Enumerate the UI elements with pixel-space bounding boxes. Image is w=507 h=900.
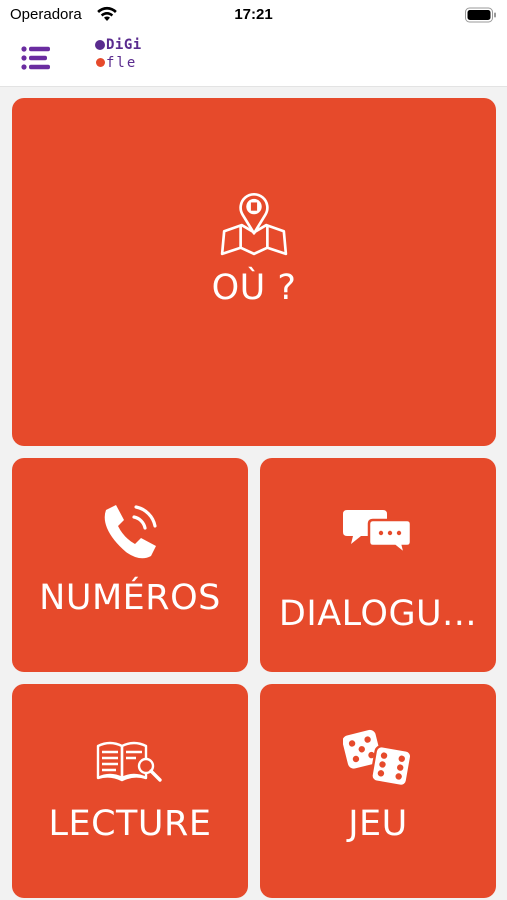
app-logo: DiGi fle	[93, 36, 155, 76]
logo-dot	[95, 40, 105, 50]
tile-jeu[interactable]: JEU	[260, 684, 496, 898]
tile-label: NUMÉROS	[39, 578, 221, 618]
tile-label: OÙ ?	[211, 268, 297, 308]
chat-bubbles-icon	[343, 510, 413, 556]
phone-icon	[104, 505, 157, 559]
tile-label: LECTURE	[48, 804, 212, 844]
dice-icon	[343, 729, 413, 788]
tile-label: JEU	[348, 804, 408, 844]
tile-dialogue[interactable]: DIALOGU...	[260, 458, 496, 672]
logo-text-top: DiGi	[106, 37, 142, 53]
logo-text-bottom: fle	[106, 55, 138, 71]
tile-lecture[interactable]: LECTURE	[12, 684, 248, 898]
nav-bar: DiGi fle	[0, 30, 507, 87]
tile-numeros[interactable]: NUMÉROS	[12, 458, 248, 672]
logo-dot	[96, 58, 105, 67]
tile-ou[interactable]: OÙ ?	[12, 98, 496, 446]
status-time: 17:21	[234, 6, 273, 23]
menu-icon[interactable]	[18, 44, 54, 72]
tile-label: DIALOGU...	[278, 594, 478, 634]
map-pin-icon	[220, 193, 288, 256]
battery-icon	[465, 7, 496, 23]
status-bar: Operadora 17:21	[0, 0, 507, 30]
book-search-icon	[96, 741, 162, 782]
